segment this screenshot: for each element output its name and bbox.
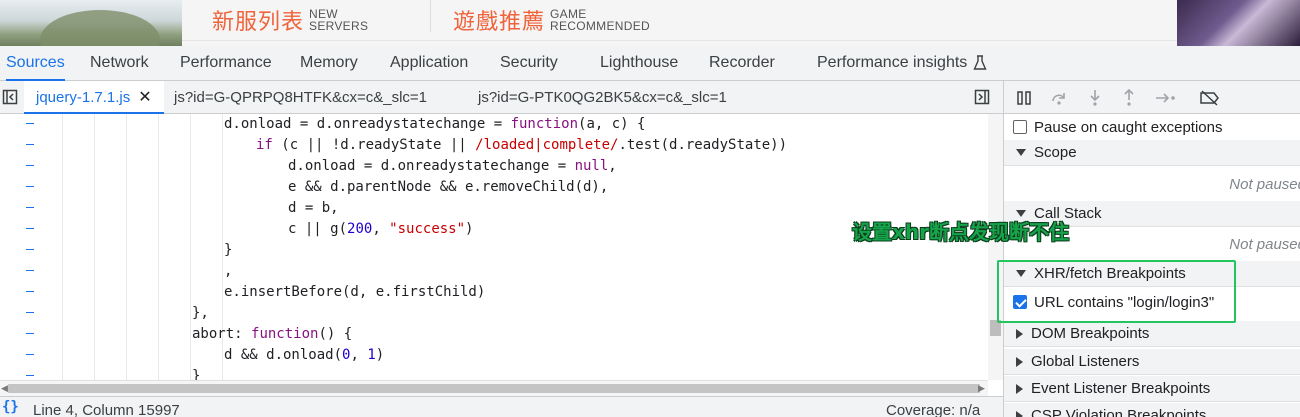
code-line-10: }, <box>192 305 209 321</box>
event-listener-breakpoints-section-header[interactable]: Event Listener Breakpoints <box>1004 376 1300 402</box>
scroll-right-icon[interactable]: ▶ <box>978 383 985 394</box>
scope-section-header[interactable]: Scope <box>1004 140 1300 166</box>
banner-divider <box>182 40 1177 41</box>
tab-performance[interactable]: Performance <box>180 46 272 80</box>
pause-on-caught-checkbox[interactable] <box>1013 120 1027 134</box>
scope-not-paused: Not paused <box>1229 175 1300 193</box>
step-icon[interactable] <box>1153 87 1179 109</box>
annotation-highlight-box <box>997 260 1236 323</box>
editor-horizontal-scrollbar[interactable]: ◀ ▶ <box>0 380 988 396</box>
editor-vertical-scrollbar[interactable] <box>988 114 1003 380</box>
toggle-debugger-icon[interactable] <box>972 87 992 107</box>
tab-application[interactable]: Application <box>390 46 468 80</box>
code-line-7: } <box>224 242 233 258</box>
toggle-navigator-icon[interactable] <box>0 87 20 107</box>
file-tab-gtag-1[interactable]: js?id=G-QPRPQ8HTFK&cx=c&_slc=1 <box>174 81 427 113</box>
new-servers-link[interactable]: 新服列表 NEW SERVERS <box>212 0 368 40</box>
code-line-2: if (c || !d.readyState || /loaded|comple… <box>256 137 788 153</box>
step-out-icon[interactable] <box>1118 87 1140 109</box>
step-into-icon[interactable] <box>1084 87 1106 109</box>
scroll-thumb[interactable] <box>8 384 980 393</box>
code-line-3: d.onload = d.onreadystatechange = null, <box>288 158 617 174</box>
expand-triangle-icon <box>1016 149 1026 156</box>
step-over-icon[interactable] <box>1048 87 1070 109</box>
coverage-status: Coverage: n/a <box>886 402 981 417</box>
tab-memory[interactable]: Memory <box>300 46 358 80</box>
banner-landscape-image <box>0 0 182 46</box>
flask-icon <box>973 55 987 71</box>
collapse-triangle-icon <box>1016 328 1023 339</box>
editor-tab-bar: jquery-1.7.1.js ✕ js?id=G-QPRPQ8HTFK&cx=… <box>0 81 1003 114</box>
game-recommended-link[interactable]: 遊戲推薦 GAME RECOMMENDED <box>453 0 650 40</box>
code-line-1: d.onload = d.onreadystatechange = functi… <box>224 116 646 132</box>
devtools-tab-bar: Sources Network Performance Memory Appli… <box>0 46 1300 81</box>
tab-lighthouse[interactable]: Lighthouse <box>600 46 678 80</box>
code-line-4: e && d.parentNode && e.removeChild(d), <box>288 179 609 195</box>
site-banner: 新服列表 NEW SERVERS 遊戲推薦 GAME RECOMMENDED <box>0 0 1300 46</box>
scroll-left-icon[interactable]: ◀ <box>1 383 8 394</box>
collapse-triangle-icon <box>1016 383 1023 394</box>
close-tab-icon[interactable]: ✕ <box>138 87 151 107</box>
debugger-toolbar <box>1004 81 1300 114</box>
collapse-triangle-icon <box>1016 410 1023 417</box>
dom-breakpoints-section-header[interactable]: DOM Breakpoints <box>1004 321 1300 347</box>
debugger-sidebar: Pause on caught exceptions Scope Not pau… <box>1004 81 1300 417</box>
banner-character-art <box>1177 0 1300 46</box>
tab-network[interactable]: Network <box>90 46 149 80</box>
code-editor[interactable]: d.onload = d.onreadystatechange = functi… <box>0 114 1003 380</box>
code-line-13: } <box>192 368 201 380</box>
code-line-11: abort: function() { <box>192 326 353 342</box>
collapse-triangle-icon <box>1016 356 1023 367</box>
code-line-9: e.insertBefore(d, e.firstChild) <box>224 284 486 300</box>
pretty-print-icon[interactable]: {} <box>2 399 19 415</box>
code-line-6: c || g(200, "success") <box>288 221 474 237</box>
call-stack-not-paused: Not paused <box>1229 235 1300 253</box>
cursor-position: Line 4, Column 15997 <box>33 402 180 417</box>
game-recommended-en: GAME RECOMMENDED <box>550 7 650 33</box>
code-line-8: , <box>224 263 233 279</box>
deactivate-breakpoints-icon[interactable] <box>1198 87 1222 109</box>
file-tab-gtag-2[interactable]: js?id=G-PTK0QG2BK5&cx=c&_slc=1 <box>478 81 727 113</box>
editor-status-bar: {} Line 4, Column 15997 Coverage: n/a <box>0 396 1003 417</box>
game-recommended-cn: 遊戲推薦 <box>453 10 546 35</box>
scope-body: Not paused <box>1004 167 1300 201</box>
tab-security[interactable]: Security <box>500 46 558 80</box>
tab-sources[interactable]: Sources <box>6 46 65 81</box>
new-servers-en: NEW SERVERS <box>309 7 369 33</box>
tab-performance-insights[interactable]: Performance insights <box>817 46 987 80</box>
annotation-caption: 设置xhr断点发现断不住 <box>852 220 1070 244</box>
code-line-5: d = b, <box>288 200 339 216</box>
global-listeners-section-header[interactable]: Global Listeners <box>1004 349 1300 375</box>
csp-violation-breakpoints-section-header[interactable]: CSP Violation Breakpoints <box>1004 403 1300 417</box>
pause-on-caught-exceptions[interactable]: Pause on caught exceptions <box>1004 114 1300 140</box>
new-servers-cn: 新服列表 <box>212 10 305 35</box>
pause-icon[interactable] <box>1013 87 1035 109</box>
tab-recorder[interactable]: Recorder <box>709 46 775 80</box>
code-line-12: d && d.onload(0, 1) <box>224 347 385 363</box>
file-tab-jquery[interactable]: jquery-1.7.1.js ✕ <box>24 81 164 114</box>
